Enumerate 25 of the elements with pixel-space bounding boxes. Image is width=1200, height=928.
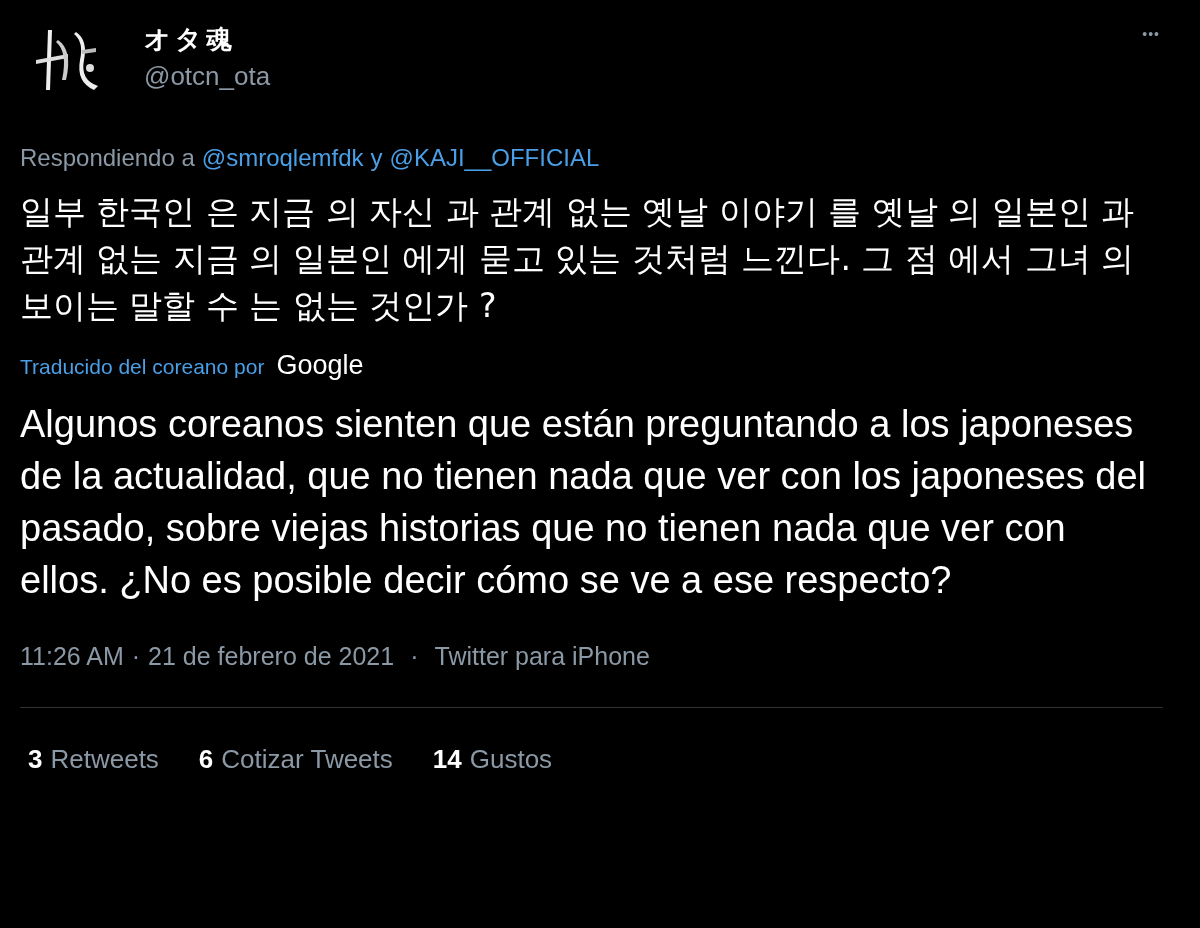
stat-count: 6 [198,743,214,776]
stat-label: Cotizar Tweets [221,743,393,776]
mention-link[interactable]: @KAJI__OFFICIAL [389,140,600,176]
stat-label: Gustos [469,743,553,776]
stat-link[interactable]: 6 Cotizar Tweets [198,740,393,779]
tweet-text: 일부 한국인 은 지금 의 자신 과 관계 없는 옛날 이야기 를 옛날 의 일본인 과 관계 없는 지금 의 일본인 에게 묻고 있는 것처럼 느낀다. 그 점 에서 그녀 의 보이는 말할 수 는 없는 것인가 ? [20,191,1136,327]
mention-link[interactable]: @smroqlemfdk [201,140,364,176]
separator-dot: · [410,640,419,672]
stat-count: 14 [432,743,462,776]
stat-link[interactable]: 14 Gustos [432,740,553,779]
more-button[interactable]: ••• [1142,24,1160,45]
reply-joiner: y [370,143,383,173]
stat-link[interactable]: 3 Retweets [28,740,159,779]
google-logo: Google [276,349,364,382]
reply-label: Respondiendo a [20,143,195,173]
author-name[interactable]: オタ魂 [144,20,271,59]
tweet-date[interactable]: 21 de febrero de 2021 [148,637,395,675]
translated-text: Algunos coreanos sienten que están preguntando a los japoneses de la actualidad, que no tienen nada que ver con los japoneses del pasado, sobre viejas historias que no tienen nada que ver con ellos. ¿No es posible decir cómo se ve a ese respecto? [20,401,1148,603]
tweet-time[interactable]: 11:26 AM [20,637,124,675]
tweet-source[interactable]: Twitter para iPhone [434,637,650,675]
stat-label: Retweets [50,743,159,776]
stat-count: 3 [28,743,43,776]
separator-dot: · [131,640,141,672]
author-handle[interactable]: @otcn_ota [144,57,271,96]
translation-label[interactable]: Traducido del coreano por [20,351,265,383]
